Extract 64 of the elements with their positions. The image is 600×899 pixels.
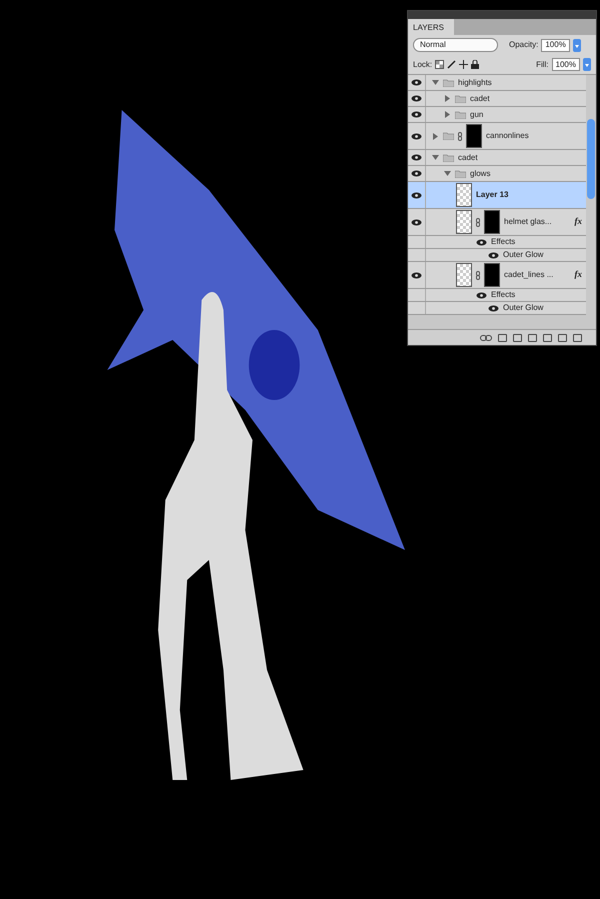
- chain-link-icon[interactable]: [476, 270, 480, 280]
- fx-label: fx: [574, 215, 582, 228]
- eye-icon[interactable]: [488, 304, 499, 312]
- layer-row[interactable]: helmet glas... fx: [408, 209, 586, 236]
- layer-name: cadet: [470, 92, 490, 104]
- eye-icon[interactable]: [476, 292, 487, 298]
- layer-row[interactable]: cadet_lines ... fx: [408, 262, 586, 289]
- eye-icon[interactable]: [411, 170, 422, 177]
- eye-icon[interactable]: [411, 95, 422, 102]
- fill-field[interactable]: 100%: [552, 58, 580, 71]
- layer-name: cannonlines: [486, 130, 529, 142]
- layer-name: helmet glas...: [504, 216, 552, 228]
- layer-thumbnail: [456, 210, 472, 234]
- layer-row[interactable]: Layer 13: [408, 182, 586, 209]
- expand-triangle-icon[interactable]: [432, 132, 439, 140]
- link-icon[interactable]: [480, 334, 492, 340]
- opacity-label: Opacity:: [509, 39, 538, 51]
- layer-name: cadet: [458, 152, 478, 164]
- layer-name: Layer 13: [476, 189, 508, 201]
- fx-label: fx: [574, 268, 582, 282]
- lock-transparency-icon[interactable]: [435, 60, 444, 69]
- layer-row[interactable]: glows: [408, 166, 586, 182]
- opacity-field[interactable]: 100%: [541, 38, 570, 52]
- layer-thumbnail: [456, 263, 472, 287]
- collapse-triangle-icon[interactable]: [432, 154, 439, 161]
- eye-icon[interactable]: [411, 272, 422, 278]
- effect-name: Outer Glow: [503, 302, 544, 314]
- chain-link-icon[interactable]: [458, 132, 462, 140]
- layer-row[interactable]: cadet: [408, 91, 586, 107]
- layer-name: highlights: [458, 76, 492, 88]
- eye-icon[interactable]: [411, 154, 422, 161]
- expand-triangle-icon[interactable]: [444, 95, 451, 102]
- chain-link-icon[interactable]: [476, 218, 480, 226]
- dropdown-icon[interactable]: [572, 38, 581, 52]
- panel-tab[interactable]: LAYERS: [408, 19, 454, 35]
- eye-icon[interactable]: [411, 218, 422, 226]
- blend-mode-select[interactable]: Normal: [413, 38, 498, 52]
- collapse-triangle-icon[interactable]: [444, 170, 451, 177]
- effect-name: Outer Glow: [503, 249, 544, 261]
- eye-icon[interactable]: [411, 192, 422, 198]
- layer-row[interactable]: cadet: [408, 150, 586, 166]
- layer-row[interactable]: highlights: [408, 75, 586, 91]
- layer-row[interactable]: gun: [408, 107, 586, 123]
- eye-icon[interactable]: [488, 252, 499, 258]
- eye-icon[interactable]: [411, 79, 422, 86]
- eye-icon[interactable]: [476, 238, 487, 246]
- eye-icon[interactable]: [411, 111, 422, 118]
- scrollbar-thumb[interactable]: [587, 119, 595, 199]
- move-icon[interactable]: [459, 60, 468, 69]
- fill-label: Fill:: [536, 58, 549, 70]
- layer-name: gun: [470, 108, 484, 120]
- layer-row[interactable]: cannonlines: [408, 123, 586, 150]
- layer-name: cadet_lines ...: [504, 269, 554, 281]
- dropdown-icon[interactable]: [583, 58, 591, 71]
- layer-thumbnail: [456, 183, 472, 207]
- brush-icon[interactable]: [447, 60, 456, 69]
- eye-icon[interactable]: [411, 132, 422, 140]
- layer-name: glows: [470, 168, 490, 180]
- lock-label: Lock:: [413, 58, 432, 70]
- expand-triangle-icon[interactable]: [444, 111, 451, 118]
- collapse-triangle-icon[interactable]: [432, 79, 439, 86]
- effects-label: Effects: [491, 236, 516, 248]
- lock-icon[interactable]: [471, 60, 480, 69]
- effects-label: Effects: [491, 289, 516, 301]
